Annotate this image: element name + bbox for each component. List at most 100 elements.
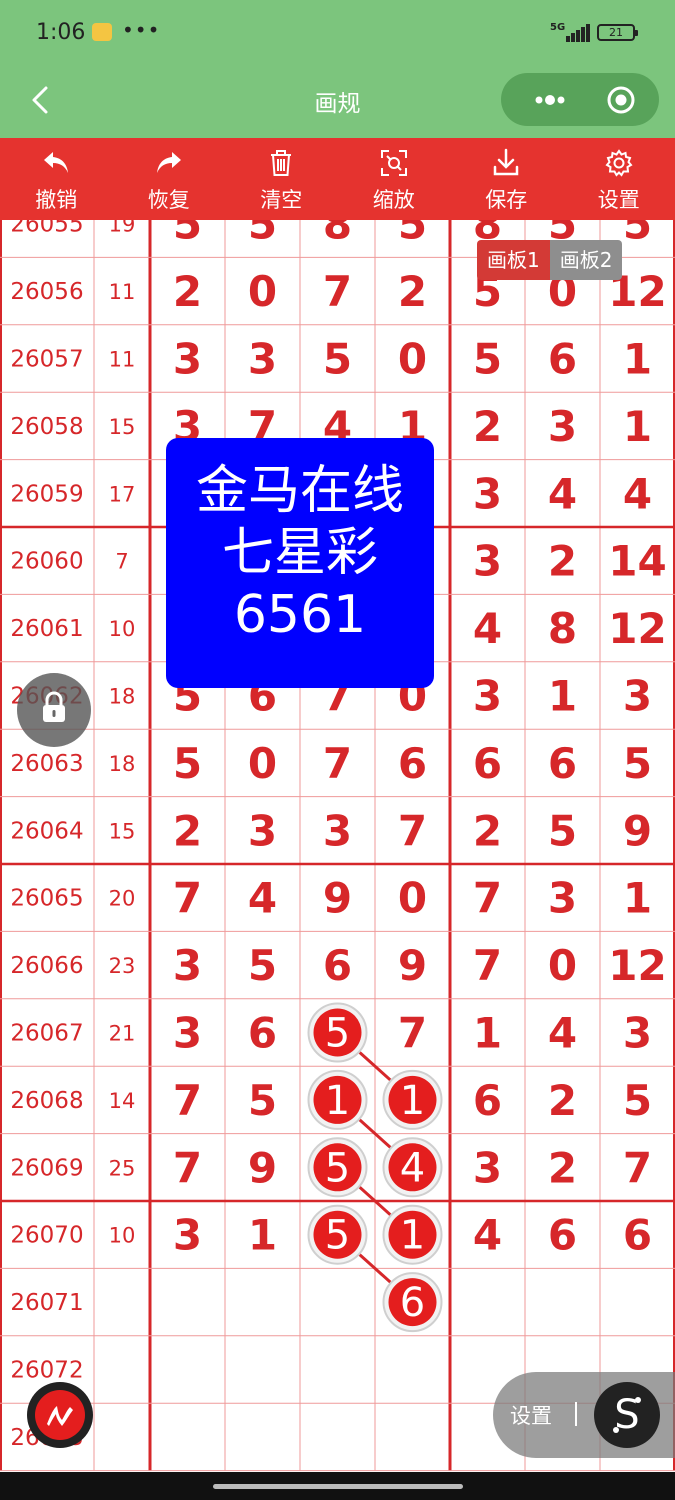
- lock-icon: [43, 691, 65, 722]
- digit-cell: 1: [248, 1211, 277, 1260]
- pen-icon: [35, 1390, 85, 1440]
- grid-canvas[interactable]: 26055 19 5 5 8 5 8 5 526056 11 2 0 7 2 5 0 1226057 11 3 3 5 0…: [0, 220, 675, 1472]
- digit-cell: 5: [248, 220, 277, 249]
- digit-cell: 2: [473, 402, 502, 451]
- issue-number: 26066: [10, 953, 83, 979]
- sum-value: 14: [109, 1089, 136, 1113]
- undo-button[interactable]: 撤销: [0, 138, 113, 220]
- marked-digit: 5: [325, 1011, 350, 1057]
- settings-button[interactable]: 设置: [563, 138, 675, 220]
- more-notifications-icon: •••: [122, 18, 161, 42]
- sum-value: 19: [109, 220, 136, 237]
- digit-cell: 1: [623, 874, 652, 923]
- digit-cell: 1: [473, 1009, 502, 1058]
- save-label: 保存: [485, 188, 528, 212]
- digit-cell: 7: [473, 874, 502, 923]
- digit-cell: 3: [173, 1009, 202, 1058]
- tab-board1[interactable]: 画板1: [477, 240, 550, 280]
- digit-cell: 0: [398, 874, 427, 923]
- digit-cell: 2: [173, 267, 202, 316]
- digit-cell: 12: [608, 941, 666, 990]
- s-menu-button[interactable]: S: [594, 1382, 660, 1448]
- save-button[interactable]: 保存: [450, 138, 563, 220]
- sum-value: 21: [109, 1022, 136, 1046]
- issue-number: 26072: [10, 1358, 83, 1384]
- marked-digit: 1: [325, 1078, 350, 1124]
- digit-cell: 0: [248, 267, 277, 316]
- issue-number: 26069: [10, 1155, 83, 1181]
- digit-cell: 0: [398, 335, 427, 384]
- digit-cell: 3: [173, 941, 202, 990]
- digit-cell: 7: [623, 1143, 652, 1192]
- digit-cell: 8: [323, 220, 352, 249]
- digit-cell: 7: [398, 1009, 427, 1058]
- undo-icon: [44, 152, 69, 173]
- digit-cell: 7: [323, 267, 352, 316]
- sum-value: 25: [109, 1156, 136, 1180]
- digit-cell: 4: [623, 469, 652, 518]
- digit-cell: 6: [398, 739, 427, 788]
- digit-cell: 0: [248, 739, 277, 788]
- digit-cell: 7: [173, 874, 202, 923]
- marked-digit: 5: [325, 1213, 350, 1259]
- issue-number: 26057: [10, 347, 83, 373]
- nav-bar: 画规: [0, 62, 675, 138]
- more-options-icon[interactable]: [521, 89, 579, 111]
- pen-tool-button[interactable]: [27, 1382, 93, 1448]
- digit-cell: 3: [623, 1009, 652, 1058]
- issue-number: 26070: [10, 1223, 83, 1249]
- digit-cell: 9: [323, 874, 352, 923]
- toolbar: 撤销 恢复 清空 缩放 保存 设置: [0, 138, 675, 220]
- digit-cell: 6: [473, 739, 502, 788]
- marked-digit: 4: [400, 1145, 425, 1191]
- redo-button[interactable]: 恢复: [113, 138, 226, 220]
- digit-cell: 7: [323, 739, 352, 788]
- trash-icon: [271, 150, 292, 176]
- gear-icon: [605, 149, 633, 177]
- issue-number: 26061: [10, 616, 83, 642]
- issue-number: 26059: [10, 481, 83, 507]
- redo-label: 恢复: [147, 188, 190, 212]
- issue-number: 26068: [10, 1088, 83, 1114]
- digit-cell: 6: [548, 1211, 577, 1260]
- digit-cell: 5: [248, 1076, 277, 1125]
- digit-cell: 6: [623, 1211, 652, 1260]
- digit-cell: 4: [548, 469, 577, 518]
- digit-cell: 3: [473, 469, 502, 518]
- sum-value: 20: [109, 887, 136, 911]
- sum-value: 23: [109, 954, 136, 978]
- digit-cell: 7: [173, 1076, 202, 1125]
- digit-cell: 5: [398, 220, 427, 249]
- digit-cell: 6: [473, 1076, 502, 1125]
- digit-cell: 4: [548, 1009, 577, 1058]
- lock-button[interactable]: [17, 673, 91, 747]
- sum-value: 11: [109, 280, 136, 304]
- clear-button[interactable]: 清空: [225, 138, 338, 220]
- close-program-icon[interactable]: [606, 85, 636, 115]
- tab-board2[interactable]: 画板2: [549, 240, 623, 280]
- zoom-icon: [380, 150, 407, 176]
- lottery-chart-grid[interactable]: 26055 19 5 5 8 5 8 5 5 26056 11 2 0 7 2 5 0 12 26057 11 3 3 5 0…: [0, 220, 675, 1472]
- floating-settings-panel: 设置 S: [493, 1372, 675, 1458]
- digit-cell: 6: [548, 739, 577, 788]
- sum-value: 17: [109, 482, 136, 506]
- issue-number: 26056: [10, 279, 83, 305]
- zoom-button[interactable]: 缩放: [338, 138, 451, 220]
- digit-cell: 4: [473, 1211, 502, 1260]
- network-type: 5G: [550, 22, 566, 33]
- marked-digit: 5: [325, 1145, 350, 1191]
- digit-cell: 3: [473, 1143, 502, 1192]
- marked-digit: 6: [400, 1280, 425, 1326]
- s-logo-icon: S: [613, 1392, 641, 1438]
- digit-cell: 7: [173, 1143, 202, 1192]
- digit-cell: 3: [548, 402, 577, 451]
- digit-cell: 3: [173, 335, 202, 384]
- digit-cell: 1: [548, 672, 577, 721]
- home-indicator[interactable]: [213, 1484, 463, 1489]
- status-time: 1:06: [36, 20, 86, 45]
- issue-number: 26058: [10, 414, 83, 440]
- floating-divider: [575, 1402, 577, 1426]
- floating-settings-label[interactable]: 设置: [510, 1400, 552, 1430]
- digit-cell: 5: [623, 739, 652, 788]
- digit-cell: 2: [398, 267, 427, 316]
